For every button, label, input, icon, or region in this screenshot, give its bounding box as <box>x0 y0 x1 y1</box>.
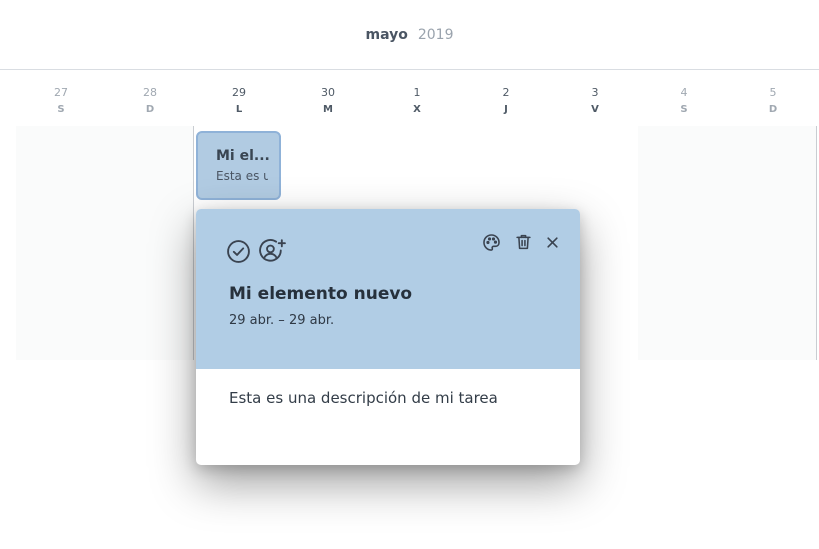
day-header-27[interactable]: 27 S <box>31 84 91 118</box>
popup-title[interactable]: Mi elemento nuevo <box>229 284 412 304</box>
calendar-event[interactable]: Mi el... Esta es u <box>196 131 281 200</box>
user-add-icon[interactable] <box>257 238 287 264</box>
year-label: 2019 <box>417 26 454 43</box>
day-header-29[interactable]: 29 L <box>209 84 269 118</box>
day-header-1[interactable]: 1 X <box>387 84 447 118</box>
day-header-3[interactable]: 3 V <box>565 84 625 118</box>
month-label: mayo <box>365 26 408 43</box>
trash-icon[interactable] <box>514 232 533 252</box>
popup-date-range[interactable]: 29 abr. – 29 abr. <box>229 313 334 328</box>
previous-week-cells[interactable] <box>16 126 193 360</box>
calendar-week-view: mayo 2019 27 S 28 D 29 L 30 M 1 X 2 J 3 … <box>0 0 819 549</box>
day-header-30[interactable]: 30 M <box>298 84 358 118</box>
day-header-2[interactable]: 2 J <box>476 84 536 118</box>
event-title: Mi el... <box>216 148 270 164</box>
popup-header: Mi elemento nuevo 29 abr. – 29 abr. <box>196 209 580 369</box>
week-start-divider <box>193 126 194 360</box>
close-icon[interactable] <box>543 233 561 251</box>
weekend-cells[interactable] <box>638 126 817 360</box>
day-header-4[interactable]: 4 S <box>654 84 714 118</box>
event-description: Esta es u <box>216 169 268 183</box>
check-circle-icon[interactable] <box>225 238 251 264</box>
popup-description[interactable]: Esta es una descripción de mi tarea <box>229 389 498 407</box>
day-header-28[interactable]: 28 D <box>120 84 180 118</box>
event-detail-popup: Mi elemento nuevo 29 abr. – 29 abr. Esta… <box>196 209 580 465</box>
month-header: mayo 2019 <box>0 0 819 70</box>
palette-icon[interactable] <box>481 232 501 252</box>
week-end-divider <box>816 126 817 360</box>
day-header-5[interactable]: 5 D <box>743 84 803 118</box>
